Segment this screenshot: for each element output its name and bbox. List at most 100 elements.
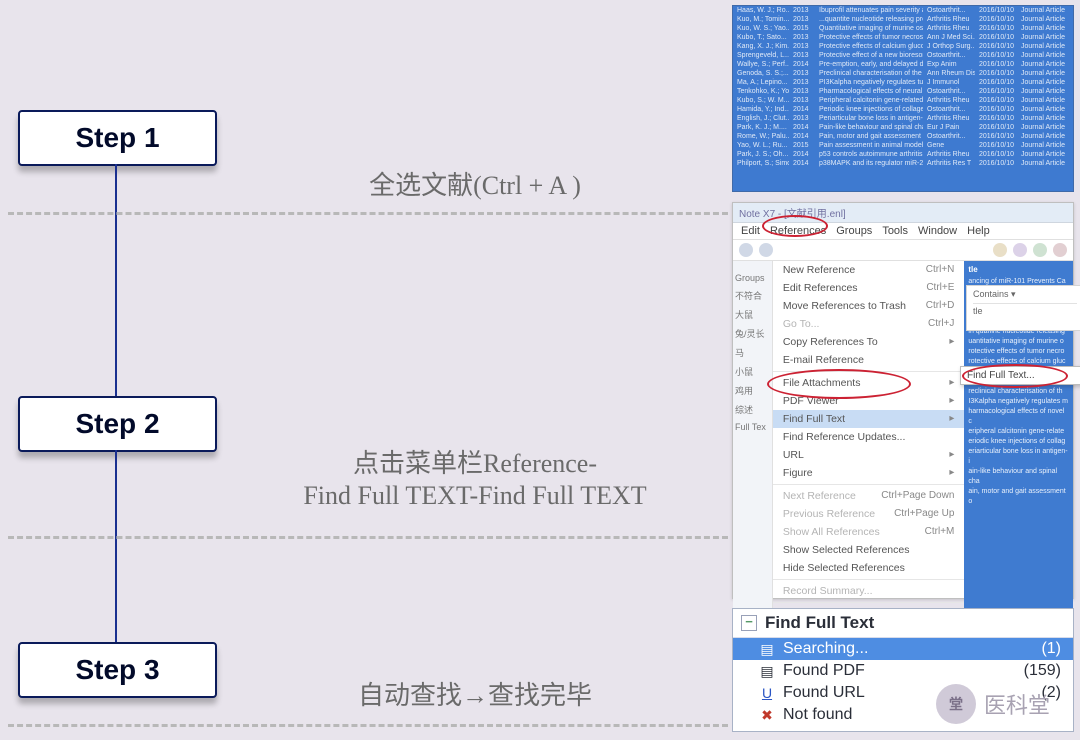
menu-item[interactable]: Move References to TrashCtrl+D bbox=[773, 297, 965, 315]
status-label: Not found bbox=[783, 706, 852, 724]
shortcut-label: Ctrl+M bbox=[925, 526, 955, 538]
cell: Park, J. S.; Oh... bbox=[737, 150, 789, 159]
title-snippet: ain-like behaviour and spinal cha bbox=[968, 467, 1069, 487]
status-row[interactable]: ▤Found PDF(159) bbox=[733, 660, 1073, 682]
reference-row[interactable]: Kuo, W. S.; Yao...2015Quantitative imagi… bbox=[733, 24, 1073, 33]
menu-item: Previous Reference Ctrl+Page Up bbox=[773, 505, 965, 523]
reference-row[interactable]: English, J.; Clut...2013Periarticular bo… bbox=[733, 114, 1073, 123]
reference-row[interactable]: Tenkohko, K.; Yo...2013Pharmacological e… bbox=[733, 87, 1073, 96]
reference-row[interactable]: Kubo, S.; W. M...2013Peripheral calciton… bbox=[733, 96, 1073, 105]
reference-row[interactable]: Philport, S.; Simo...2014p38MAPK and its… bbox=[733, 159, 1073, 168]
title-snippet: eriarticular bone loss in antigen-i bbox=[968, 447, 1069, 467]
shortcut-label: Ctrl+Page Up bbox=[894, 508, 954, 520]
menu-item[interactable]: PDF Viewer▸ bbox=[773, 392, 965, 410]
window-title: Note X7 - [文献引用.enl] bbox=[733, 203, 1073, 223]
menu-item-label: Previous Reference bbox=[783, 508, 875, 520]
not-found-icon: ✖ bbox=[759, 707, 775, 724]
status-row[interactable]: ▤Searching...(1) bbox=[733, 638, 1073, 660]
menu-references[interactable]: References bbox=[770, 225, 826, 237]
cell: Arthritis Rheu bbox=[927, 15, 975, 24]
menu-help[interactable]: Help bbox=[967, 225, 990, 237]
reference-row[interactable]: Hamida, Y.; Ind...2014Periodic knee inje… bbox=[733, 105, 1073, 114]
step-3-instruction: 自动查找→查找完毕 bbox=[230, 680, 720, 712]
menu-item[interactable]: URL▸ bbox=[773, 446, 965, 464]
cell: Philport, S.; Simo... bbox=[737, 159, 789, 168]
cell: 2013 bbox=[793, 33, 815, 42]
cell: Preclinical characterisation of the GM C… bbox=[819, 69, 923, 78]
group-item[interactable]: 马 bbox=[735, 346, 770, 359]
group-item[interactable]: 不符合 bbox=[735, 289, 770, 302]
cell: 2016/10/10 bbox=[979, 141, 1017, 150]
menu-item[interactable]: New ReferenceCtrl+N bbox=[773, 261, 965, 279]
menu-item-label: New Reference bbox=[783, 264, 855, 276]
group-item[interactable]: Full Tex bbox=[735, 422, 770, 432]
cell: Protective effect of a new bioresorbent … bbox=[819, 51, 923, 60]
step-1-instruction: 全选文献(Ctrl + A ) bbox=[230, 170, 720, 202]
cell: 2014 bbox=[793, 132, 815, 141]
cell: 2016/10/10 bbox=[979, 87, 1017, 96]
reference-row[interactable]: Park, J. S.; Oh...2014p53 controls autoi… bbox=[733, 150, 1073, 159]
collapse-icon[interactable]: − bbox=[741, 615, 757, 631]
menu-item-label: Show Selected References bbox=[783, 544, 910, 556]
step-1-label: Step 1 bbox=[75, 122, 159, 153]
menu-item[interactable]: Show Selected References bbox=[773, 541, 965, 559]
menu-item[interactable]: File Attachments▸ bbox=[773, 374, 965, 392]
reference-row[interactable]: Yao, W. L.; Ru...2015Pain assessment in … bbox=[733, 141, 1073, 150]
reference-row[interactable]: Sprengeveld, L...2013Protective effect o… bbox=[733, 51, 1073, 60]
menu-tools[interactable]: Tools bbox=[882, 225, 908, 237]
shortcut-label: Ctrl+Page Down bbox=[881, 490, 954, 502]
menu-separator bbox=[773, 579, 965, 580]
toolbar-icon bbox=[993, 243, 1007, 257]
group-item[interactable]: 小鼠 bbox=[735, 365, 770, 378]
menu-item[interactable]: E-mail Reference bbox=[773, 351, 965, 369]
cell: Gene bbox=[927, 141, 975, 150]
reference-row[interactable]: Wallye, S.; Perf...2014Pre-emption, earl… bbox=[733, 60, 1073, 69]
menu-item[interactable]: Hide Selected References bbox=[773, 559, 965, 577]
reference-row[interactable]: Ma, A.; Lepino...2013PI3Kalpha negativel… bbox=[733, 78, 1073, 87]
cell: 2016/10/10 bbox=[979, 60, 1017, 69]
cell: 2014 bbox=[793, 105, 815, 114]
find-full-text-submenu[interactable]: Find Full Text... bbox=[960, 366, 1080, 385]
reference-row[interactable]: Kang, X. J.; Kim...2013Protective effect… bbox=[733, 42, 1073, 51]
reference-row[interactable]: Rome, W.; Palu...2014Pain, motor and gai… bbox=[733, 132, 1073, 141]
menu-item[interactable]: Edit ReferencesCtrl+E bbox=[773, 279, 965, 297]
group-item[interactable]: 综述 bbox=[735, 403, 770, 416]
cell: Ibuprofil attenuates pain severity and c… bbox=[819, 6, 923, 15]
menu-item[interactable]: Figure▸ bbox=[773, 464, 965, 482]
panel-title: Find Full Text bbox=[765, 613, 874, 633]
menu-item[interactable]: Find Reference Updates... bbox=[773, 428, 965, 446]
reference-row[interactable]: Haas, W. J.; Ro...2013Ibuprofil attenuat… bbox=[733, 6, 1073, 15]
menu-window[interactable]: Window bbox=[918, 225, 957, 237]
reference-row[interactable]: Genoda, S. S.;...2013Preclinical charact… bbox=[733, 69, 1073, 78]
cell: Arthritis Rheu bbox=[927, 114, 975, 123]
chevron-right-icon: ▸ bbox=[949, 377, 954, 389]
cell: 2014 bbox=[793, 159, 815, 168]
reference-row[interactable]: Kuo, M.; Tomin...2013...quantite nucleot… bbox=[733, 15, 1073, 24]
menu-item[interactable]: Copy References To▸ bbox=[773, 333, 965, 351]
menu-edit[interactable]: Edit bbox=[741, 225, 760, 237]
panel-header[interactable]: − Find Full Text bbox=[733, 609, 1073, 638]
menu-groups[interactable]: Groups bbox=[836, 225, 872, 237]
toolbar-icon bbox=[1033, 243, 1047, 257]
reference-row[interactable]: Kubo, T.; Sato...2013Protective effects … bbox=[733, 33, 1073, 42]
toolbar-icon bbox=[1053, 243, 1067, 257]
menu-item[interactable]: Find Full Text▸ bbox=[773, 410, 965, 428]
menu-item-label: Move References to Trash bbox=[783, 300, 906, 312]
cell: Exp Anim bbox=[927, 60, 975, 69]
group-item[interactable]: Groups bbox=[735, 273, 770, 283]
group-item[interactable]: 鸡用 bbox=[735, 384, 770, 397]
cell: Protective effects of calcium gluconate … bbox=[819, 42, 923, 51]
menu-item: Record Summary... bbox=[773, 582, 965, 600]
menu-separator bbox=[773, 371, 965, 372]
reference-row[interactable]: Park, K. J.; M....2014Pain-like behaviou… bbox=[733, 123, 1073, 132]
step-3-label: Step 3 bbox=[75, 654, 159, 685]
cell: p53 controls autoimmune arthritis via ST… bbox=[819, 150, 923, 159]
cell: 2016/10/10 bbox=[979, 132, 1017, 141]
cell: Journal Article bbox=[1021, 51, 1069, 60]
cell: Sprengeveld, L... bbox=[737, 51, 789, 60]
cell: J Immunol bbox=[927, 78, 975, 87]
step-1-box: Step 1 bbox=[18, 110, 217, 166]
group-item[interactable]: 兔/灵长 bbox=[735, 327, 770, 340]
screenshot-references-menu: Note X7 - [文献引用.enl] Edit References Group… bbox=[732, 202, 1074, 599]
group-item[interactable]: 大鼠 bbox=[735, 308, 770, 321]
